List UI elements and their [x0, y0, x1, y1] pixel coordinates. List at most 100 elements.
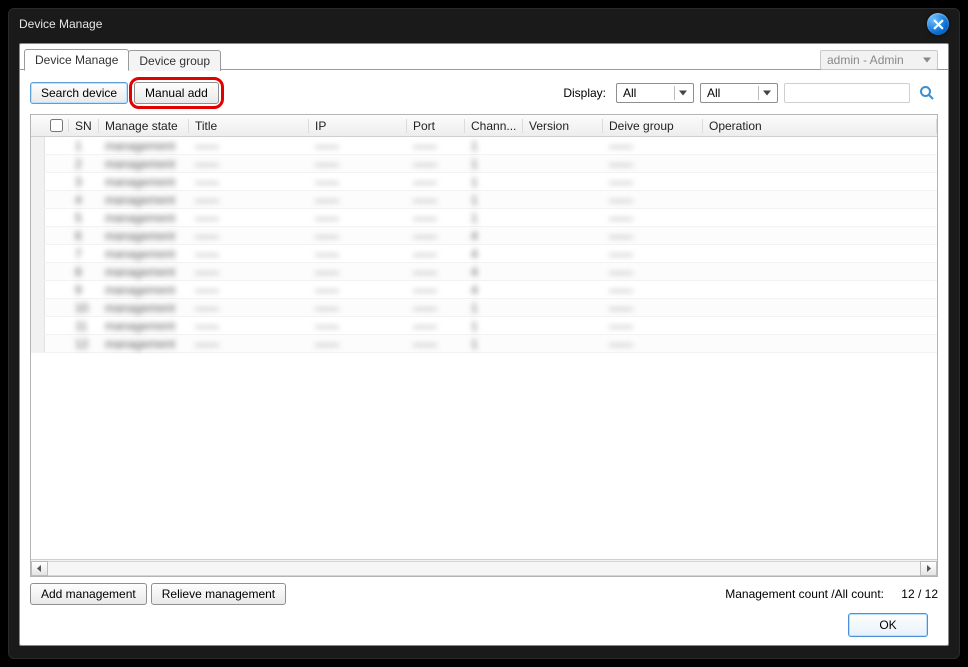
cell-port: ——: [407, 247, 465, 261]
cell-ip: ——: [309, 283, 407, 297]
cell-ip: ——: [309, 319, 407, 333]
scroll-left-icon[interactable]: [31, 561, 48, 576]
cell-port: ——: [407, 283, 465, 297]
table-row[interactable]: 4management——————1——: [31, 191, 937, 209]
header-title[interactable]: Title: [189, 119, 309, 133]
cell-device-group: ——: [603, 157, 703, 171]
header-port[interactable]: Port: [407, 119, 465, 133]
manual-add-button[interactable]: Manual add: [134, 82, 219, 104]
cell-title: ——: [189, 175, 309, 189]
header-channels[interactable]: Chann...: [465, 119, 523, 133]
tab-device-group[interactable]: Device group: [128, 50, 221, 71]
add-management-button[interactable]: Add management: [30, 583, 147, 605]
table-row[interactable]: 8management——————4——: [31, 263, 937, 281]
chevron-down-icon: [763, 91, 771, 96]
horizontal-scrollbar[interactable]: [31, 559, 937, 576]
row-grip: [31, 299, 45, 316]
cell-device-group: ——: [603, 229, 703, 243]
cell-port: ——: [407, 301, 465, 315]
cell-port: ——: [407, 193, 465, 207]
table-row[interactable]: 11management——————1——: [31, 317, 937, 335]
cell-channels: 1: [465, 319, 523, 333]
table-row[interactable]: 7management——————4——: [31, 245, 937, 263]
scroll-right-icon[interactable]: [920, 561, 937, 576]
cell-channels: 1: [465, 157, 523, 171]
header-version[interactable]: Version: [523, 119, 603, 133]
cell-device-group: ——: [603, 337, 703, 351]
cell-manage-state: management: [99, 157, 189, 171]
cell-ip: ——: [309, 265, 407, 279]
cell-manage-state: management: [99, 193, 189, 207]
cell-sn: 6: [69, 229, 99, 243]
cell-device-group: ——: [603, 247, 703, 261]
cell-device-group: ——: [603, 301, 703, 315]
select-all-checkbox[interactable]: [50, 119, 63, 132]
cell-sn: 3: [69, 175, 99, 189]
count-label: Management count /All count:: [725, 587, 884, 601]
header-manage-state[interactable]: Manage state: [99, 119, 189, 133]
table-row[interactable]: 3management——————1——: [31, 173, 937, 191]
table-row[interactable]: 6management——————4——: [31, 227, 937, 245]
search-device-button[interactable]: Search device: [30, 82, 128, 104]
cell-device-group: ——: [603, 265, 703, 279]
cell-manage-state: management: [99, 211, 189, 225]
search-input[interactable]: [784, 83, 910, 103]
cell-channels: 4: [465, 265, 523, 279]
display-filter-1[interactable]: All: [616, 83, 694, 103]
cell-channels: 1: [465, 211, 523, 225]
table-row[interactable]: 2management——————1——: [31, 155, 937, 173]
header-sn[interactable]: SN: [69, 119, 99, 133]
cell-ip: ——: [309, 139, 407, 153]
cell-port: ——: [407, 265, 465, 279]
cell-title: ——: [189, 283, 309, 297]
cell-device-group: ——: [603, 139, 703, 153]
tab-device-manage[interactable]: Device Manage: [24, 49, 129, 71]
display-filter-2[interactable]: All: [700, 83, 778, 103]
table-body: 1management——————1——2management——————1——…: [31, 137, 937, 559]
tab-row: Device Manage Device group admin - Admin: [20, 44, 948, 70]
table-row[interactable]: 12management——————1——: [31, 335, 937, 353]
cell-channels: 1: [465, 139, 523, 153]
ok-button[interactable]: OK: [848, 613, 928, 637]
cell-title: ——: [189, 193, 309, 207]
cell-manage-state: management: [99, 283, 189, 297]
row-grip: [31, 209, 45, 226]
table-row[interactable]: 10management——————1——: [31, 299, 937, 317]
cell-ip: ——: [309, 211, 407, 225]
cell-ip: ——: [309, 301, 407, 315]
cell-title: ——: [189, 139, 309, 153]
cell-manage-state: management: [99, 319, 189, 333]
scroll-track[interactable]: [48, 561, 920, 576]
header-ip[interactable]: IP: [309, 119, 407, 133]
device-manage-dialog: Device Manage Device Manage Device group…: [8, 8, 960, 659]
relieve-management-button[interactable]: Relieve management: [151, 583, 286, 605]
cell-sn: 8: [69, 265, 99, 279]
user-select[interactable]: admin - Admin: [820, 50, 938, 70]
cell-channels: 1: [465, 175, 523, 189]
cell-sn: 9: [69, 283, 99, 297]
cell-title: ——: [189, 247, 309, 261]
cell-sn: 2: [69, 157, 99, 171]
cell-device-group: ——: [603, 319, 703, 333]
display-label: Display:: [563, 86, 606, 100]
table-row[interactable]: 9management——————4——: [31, 281, 937, 299]
row-grip: [31, 227, 45, 244]
close-icon[interactable]: [927, 13, 949, 35]
cell-sn: 1: [69, 139, 99, 153]
cell-manage-state: management: [99, 265, 189, 279]
cell-channels: 1: [465, 301, 523, 315]
titlebar[interactable]: Device Manage: [9, 9, 959, 39]
header-checkbox[interactable]: [45, 119, 69, 132]
table-row[interactable]: 5management——————1——: [31, 209, 937, 227]
header-device-group[interactable]: Deive group: [603, 119, 703, 133]
row-grip: [31, 281, 45, 298]
table-row[interactable]: 1management——————1——: [31, 137, 937, 155]
header-operation[interactable]: Operation: [703, 119, 937, 133]
row-grip: [31, 245, 45, 262]
search-icon[interactable]: [916, 83, 938, 103]
panel: Device Manage Device group admin - Admin…: [19, 43, 949, 646]
cell-channels: 1: [465, 193, 523, 207]
cell-manage-state: management: [99, 139, 189, 153]
cell-channels: 1: [465, 337, 523, 351]
cell-title: ——: [189, 301, 309, 315]
